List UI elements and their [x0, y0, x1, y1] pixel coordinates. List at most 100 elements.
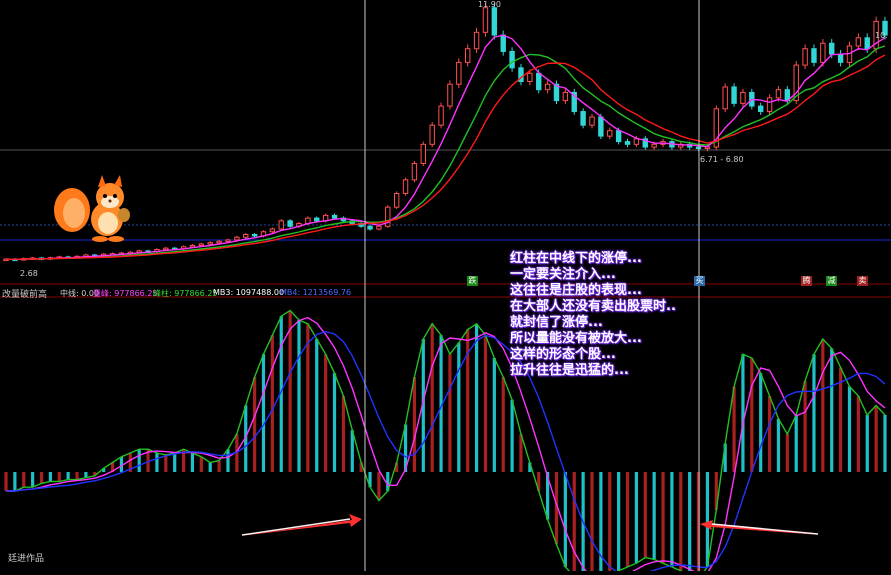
- indicator-bar: [625, 472, 630, 567]
- indicator-bar: [137, 449, 141, 472]
- candle: [251, 233, 258, 237]
- candle: [287, 220, 293, 227]
- indicator-bar: [288, 310, 292, 472]
- candle: [243, 233, 249, 238]
- indicator-bar: [803, 380, 807, 472]
- indicator-bar: [812, 354, 816, 472]
- price-range-label: 6.71 - 6.80: [700, 155, 744, 164]
- indicator-bar: [270, 335, 274, 472]
- candle: [331, 214, 338, 219]
- candle: [633, 138, 640, 145]
- readout-mb4: MB4: 1213569.76: [280, 288, 352, 297]
- annotation-line: 在大部人还没有卖出股票时..: [510, 299, 676, 314]
- candle: [864, 37, 870, 50]
- candle: [456, 61, 462, 85]
- indicator-bar: [679, 472, 683, 571]
- candle: [447, 83, 453, 107]
- indicator-bar: [217, 460, 221, 472]
- indicator-bar: [510, 399, 514, 472]
- candle: [500, 34, 506, 52]
- indicator-bar: [483, 335, 488, 472]
- indicator-bar: [39, 472, 44, 484]
- candle: [615, 130, 622, 143]
- candle: [482, 7, 489, 33]
- indicator-bar: [173, 453, 177, 472]
- candle: [802, 48, 808, 66]
- candle: [855, 37, 862, 47]
- indicator-bar: [705, 472, 710, 567]
- candle: [189, 244, 196, 248]
- indicator-bar: [164, 454, 168, 472]
- candle: [216, 240, 222, 244]
- indicator-bar: [741, 354, 745, 472]
- indicator-bar: [4, 472, 8, 491]
- candle: [837, 53, 844, 63]
- indicator-bar: [412, 377, 417, 472]
- candle: [269, 228, 276, 233]
- candle: [411, 162, 418, 181]
- indicator-name: 改量破前高: [2, 290, 48, 300]
- candle: [402, 179, 409, 195]
- annotation-line: 红柱在中线下的涨停...: [510, 251, 642, 266]
- indicator-bar: [501, 377, 505, 472]
- footer-credit: 廷进作品: [8, 554, 45, 564]
- indicator-bar: [821, 339, 825, 472]
- candle: [527, 72, 533, 82]
- indicator-bar: [759, 373, 763, 472]
- candle: [580, 111, 586, 126]
- candle: [509, 50, 515, 69]
- indicator-bar: [732, 386, 736, 472]
- candle: [464, 48, 471, 63]
- indicator-bar: [670, 472, 674, 567]
- indicator-bar: [830, 348, 834, 472]
- candle: [731, 86, 737, 104]
- indicator-bar: [306, 323, 310, 472]
- candle: [775, 89, 782, 99]
- price-low-label: 2.68: [20, 269, 38, 278]
- indicator-bar: [856, 396, 860, 472]
- candle: [376, 225, 382, 230]
- indicator-bar: [847, 386, 852, 472]
- indicator-bar: [661, 472, 665, 564]
- arrow-left-shaft: [241, 518, 351, 536]
- candle: [766, 97, 773, 113]
- indicator-bar: [688, 472, 692, 575]
- indicator-bar: [57, 472, 61, 482]
- candle: [757, 105, 764, 113]
- candle: [544, 83, 551, 91]
- price-high-label: 11.90: [478, 0, 501, 9]
- candle: [163, 247, 169, 251]
- candle: [829, 42, 835, 55]
- signal-badge: 买: [694, 276, 705, 286]
- indicator-bar: [617, 472, 621, 571]
- candle: [393, 193, 400, 208]
- readout-mb3: MB3: 1097488.00: [213, 288, 285, 297]
- indicator-bar: [430, 323, 434, 472]
- indicator-bar: [785, 434, 789, 472]
- candle: [624, 141, 631, 145]
- indicator-bar: [652, 472, 656, 560]
- candle: [473, 31, 480, 50]
- indicator-bar: [13, 472, 17, 491]
- candle: [536, 72, 542, 91]
- candle: [651, 143, 657, 148]
- candle: [820, 42, 826, 63]
- indicator-bar: [22, 472, 26, 488]
- indicator-bar: [297, 320, 301, 472]
- candle: [420, 143, 427, 164]
- indicator-bar: [315, 339, 319, 472]
- candle: [607, 130, 613, 137]
- indicator-bar: [341, 396, 345, 472]
- indicator-bar: [563, 472, 567, 567]
- indicator-bar: [883, 415, 887, 472]
- indicator-bar: [643, 472, 647, 558]
- indicator-bar: [190, 453, 195, 472]
- candle: [562, 91, 569, 102]
- annotation-line: 一定要关注介入...: [510, 267, 616, 282]
- indicator-bar: [865, 415, 869, 472]
- indicator-bar: [448, 354, 452, 472]
- candle: [598, 116, 604, 137]
- annotation-line: 这往往是庄股的表现...: [510, 283, 642, 298]
- indicator-bar: [66, 472, 70, 480]
- candle: [811, 48, 817, 63]
